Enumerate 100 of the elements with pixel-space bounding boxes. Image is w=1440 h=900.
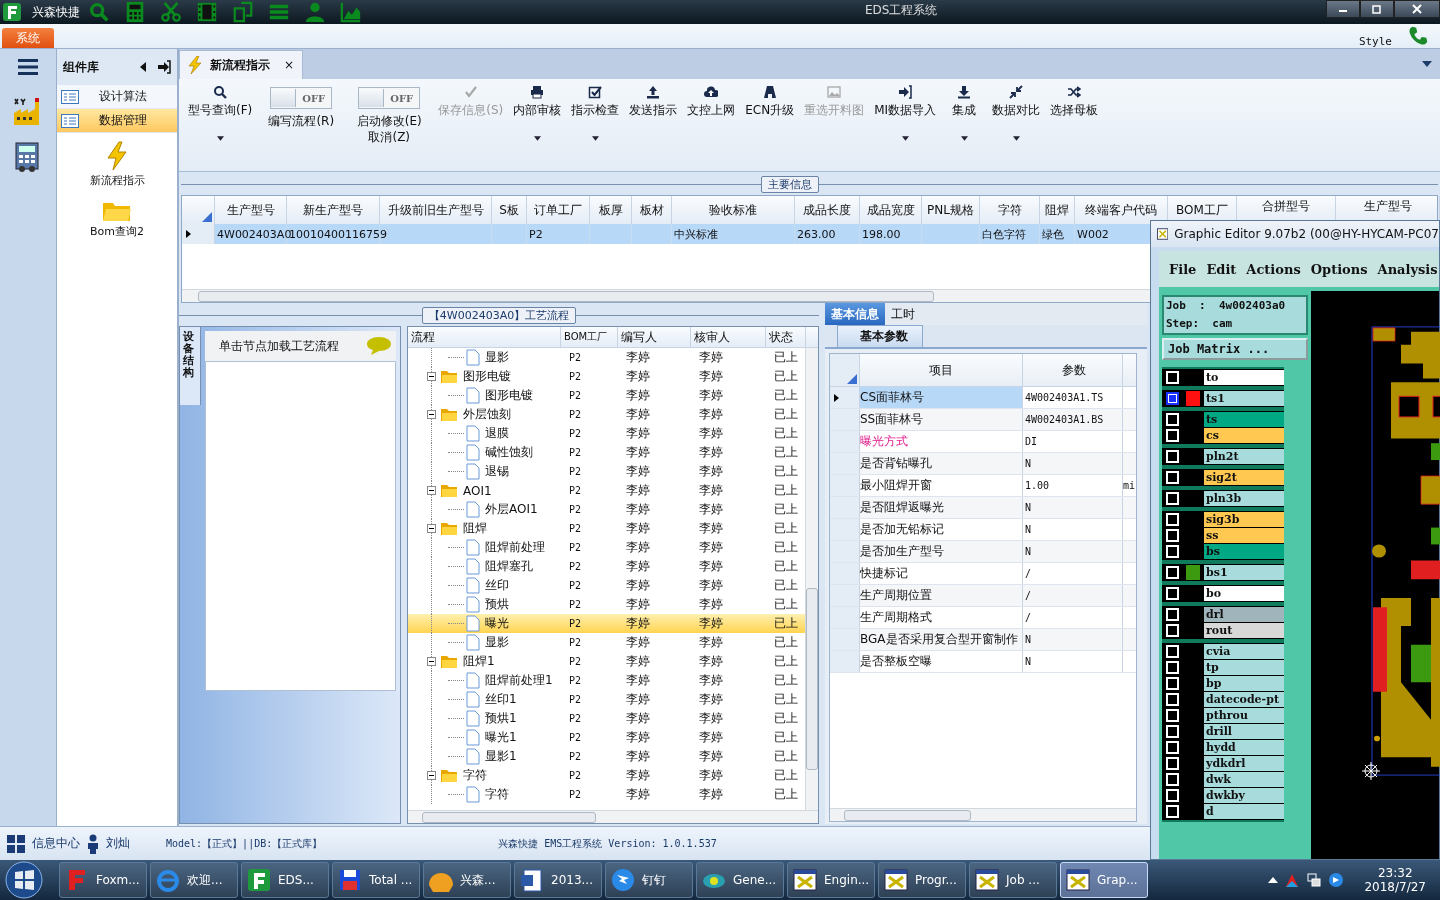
menu-item[interactable]: File [1169, 261, 1197, 277]
taskbar-button[interactable]: Job ... [969, 862, 1057, 898]
menu-item[interactable]: Edit [1206, 261, 1237, 277]
style-dropdown[interactable]: Style [1358, 35, 1392, 48]
component-tile[interactable]: Bom查询2 [90, 198, 144, 239]
column-header[interactable]: 状态 [766, 327, 806, 347]
taskbar-button[interactable]: Grap... [1060, 862, 1148, 898]
tree-row[interactable]: 阻焊前处理1 P2 李婷 李婷 已上 [408, 671, 805, 690]
film-icon[interactable] [196, 1, 218, 23]
phone-icon[interactable] [1408, 25, 1430, 47]
column-header[interactable]: 项目 [860, 354, 1023, 386]
search-icon[interactable] [88, 1, 110, 23]
layer-name[interactable]: ydkdrl [1204, 756, 1284, 771]
user-icon[interactable] [304, 1, 326, 23]
tree-row[interactable]: 外层蚀刻 P2 李婷 李婷 已上 [408, 405, 805, 424]
side-tab[interactable]: 设备结构 [180, 327, 201, 405]
toolbar-button[interactable]: 集成 [941, 83, 988, 143]
toolbar-button[interactable]: 文控上网 [682, 83, 741, 121]
job-matrix-button[interactable]: Job Matrix ... [1162, 338, 1308, 360]
scissors-icon[interactable] [160, 1, 182, 23]
layer-name[interactable]: datecode-pt [1204, 692, 1284, 707]
tree-row[interactable]: AOI1 P2 李婷 李婷 已上 [408, 481, 805, 500]
document-tab[interactable]: 新流程指示 × [179, 50, 304, 79]
toolbar-button[interactable]: ECN升级 [740, 83, 800, 121]
layer-name[interactable]: ss [1204, 528, 1284, 543]
layer-name[interactable]: cs [1204, 428, 1284, 443]
tree-row[interactable]: 字符 P2 李婷 李婷 已上 [408, 766, 805, 785]
collapse-icon[interactable] [427, 524, 436, 533]
minimize-button[interactable] [1326, 0, 1360, 18]
tree-row[interactable]: 阻焊塞孔 P2 李婷 李婷 已上 [408, 557, 805, 576]
tree-row[interactable]: 显影1 P2 李婷 李婷 已上 [408, 747, 805, 766]
toggle-switch[interactable]: OFF [358, 87, 421, 109]
taskbar-button[interactable]: Progr... [878, 862, 966, 898]
parameter-row[interactable]: BGA是否采用复合型开窗制作 N [830, 629, 1136, 651]
layer-name[interactable]: ts1 [1204, 391, 1284, 406]
start-button[interactable] [4, 860, 44, 900]
layer-name[interactable]: bp [1204, 676, 1284, 691]
collapse-icon[interactable] [427, 486, 436, 495]
tree-row[interactable]: 丝印 P2 李婷 李婷 已上 [408, 576, 805, 595]
menu-item[interactable]: Analysis [1377, 261, 1438, 277]
grid-icon[interactable] [6, 833, 26, 854]
layer-name[interactable]: hydd [1204, 740, 1284, 755]
toggle-switch[interactable]: OFF [270, 87, 333, 109]
column-header[interactable]: BOM工厂 [561, 327, 618, 347]
taskbar-button[interactable]: EDS... [241, 862, 329, 898]
collapse-icon[interactable] [427, 410, 436, 419]
component-tile[interactable]: 新流程指示 [89, 141, 145, 188]
layer-name[interactable]: sig3b [1204, 512, 1284, 527]
tree-row[interactable]: 退锡 P2 李婷 李婷 已上 [408, 462, 805, 481]
column-header[interactable]: 核审人 [691, 327, 766, 347]
component-item[interactable]: 设计算法 [57, 85, 177, 109]
layer-checkbox[interactable] [1166, 392, 1179, 405]
taskbar-button[interactable]: 钉钉 [605, 862, 693, 898]
parameter-row[interactable]: 是否阻焊返曝光 N [830, 497, 1136, 519]
tree-row[interactable]: 丝印1 P2 李婷 李婷 已上 [408, 690, 805, 709]
column-header[interactable]: 参数 [1023, 354, 1123, 386]
tree-row[interactable]: 图形电镀 P2 李婷 李婷 已上 [408, 386, 805, 405]
column-header[interactable]: 编写人 [618, 327, 691, 347]
layer-name[interactable]: rout [1204, 623, 1284, 638]
toolbar-button[interactable]: 数据对比 [987, 83, 1046, 143]
column-header[interactable]: 流程 [408, 327, 561, 347]
tree-row[interactable]: 显影 P2 李婷 李婷 已上 [408, 633, 805, 652]
taskbar-button[interactable]: Gene... [696, 862, 784, 898]
sub-tab[interactable]: 基本参数 [837, 325, 923, 347]
toolbar-button[interactable]: 型号查询(F) [183, 83, 258, 143]
caret-icon[interactable] [1268, 877, 1279, 883]
tree-row[interactable]: 阻焊1 P2 李婷 李婷 已上 [408, 652, 805, 671]
layer-name[interactable]: pln3b [1204, 491, 1284, 506]
tree-row[interactable]: 预烘1 P2 李婷 李婷 已上 [408, 709, 805, 728]
network-icon[interactable] [1306, 872, 1323, 888]
collapse-icon[interactable] [427, 657, 436, 666]
tree-row[interactable]: 外层AOI1 P2 李婷 李婷 已上 [408, 500, 805, 519]
toolbar-button[interactable]: 选择母板 [1045, 83, 1104, 121]
menu-item[interactable]: Actions [1246, 261, 1301, 277]
layer-name[interactable]: dwk [1204, 772, 1284, 787]
layer-name[interactable]: drill [1204, 724, 1284, 739]
taskbar-button[interactable]: Total ... [332, 862, 420, 898]
layer-name[interactable]: pln2t [1204, 449, 1284, 464]
tree-row[interactable]: 阻焊 P2 李婷 李婷 已上 [408, 519, 805, 538]
layer-name[interactable]: cvia [1204, 644, 1284, 659]
close-button[interactable] [1394, 0, 1440, 18]
layer-name[interactable]: d [1204, 804, 1284, 819]
flag-icon[interactable] [1284, 872, 1301, 888]
layer-name[interactable]: dwkby [1204, 788, 1284, 803]
vertical-scrollbar[interactable] [805, 348, 818, 810]
caret-icon[interactable] [1422, 61, 1432, 67]
collapse-left-icon[interactable] [139, 62, 147, 72]
maximize-button[interactable] [1360, 0, 1394, 18]
layer-name[interactable]: tp [1204, 660, 1284, 675]
toolbar-button[interactable]: 指示检查 [566, 83, 625, 143]
taskbar-button[interactable]: 兴森... [423, 862, 511, 898]
layer-name[interactable]: sig2t [1204, 470, 1284, 485]
tree-row[interactable]: 退膜 P2 李婷 李婷 已上 [408, 424, 805, 443]
horizontal-scrollbar[interactable] [408, 810, 818, 823]
chart-icon[interactable] [340, 1, 362, 23]
taskbar-button[interactable]: 欢迎... [150, 862, 238, 898]
collapse-icon[interactable] [427, 771, 436, 780]
layer-name[interactable]: drl [1204, 607, 1284, 622]
layer-name[interactable]: bs [1204, 544, 1284, 559]
parameter-row[interactable]: SS面菲林号 4W002403A1.BS [830, 409, 1136, 431]
